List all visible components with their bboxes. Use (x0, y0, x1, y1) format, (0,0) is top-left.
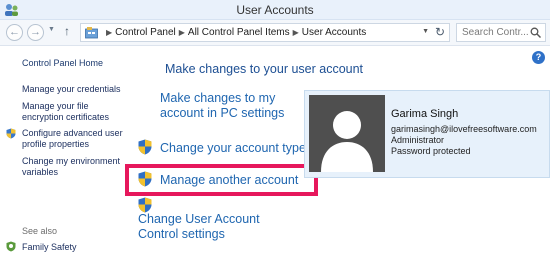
uac-shield-icon (138, 139, 152, 155)
search-placeholder: Search Contr... (462, 27, 529, 38)
family-safety-link[interactable]: Family Safety (22, 242, 77, 252)
control-panel-icon (85, 27, 98, 39)
uac-shield-icon (6, 128, 16, 139)
recent-locations-chevron-icon[interactable]: ▼ (48, 26, 55, 33)
manage-file-encryption-link[interactable]: Manage your file encryption certificates (22, 101, 132, 123)
help-icon[interactable]: ? (532, 51, 545, 64)
navigation-bar: ← → ▼ ↑ ▶ Control Panel ▶ All Control Panel… (0, 20, 550, 46)
account-role: Administrator (391, 135, 445, 145)
address-bar[interactable]: ▶ Control Panel ▶ All Control Panel Items ▶ U… (80, 23, 450, 42)
pc-settings-link[interactable]: Make changes to my account in PC setting… (160, 91, 300, 121)
search-input[interactable]: Search Contr... (456, 23, 546, 42)
configure-advanced-profile-link[interactable]: Configure advanced user profile properti… (22, 128, 132, 150)
see-also-label: See also (22, 226, 58, 236)
change-environment-variables-link[interactable]: Change my environment variables (22, 156, 132, 178)
breadcrumb-control-panel[interactable]: Control Panel (115, 27, 176, 38)
uac-settings-link[interactable]: Change User Account Control settings (138, 212, 303, 242)
refresh-icon[interactable]: ↻ (435, 25, 445, 39)
account-email: garimasingh@ilovefreesoftware.com (391, 124, 537, 134)
breadcrumb-separator-icon: ▶ (178, 28, 185, 37)
breadcrumb: ▶ Control Panel ▶ All Control Panel Items ▶ U… (103, 27, 366, 38)
title-bar: User Accounts (0, 0, 550, 20)
highlight-box (125, 164, 318, 196)
breadcrumb-separator-icon: ▶ (292, 28, 299, 37)
account-name: Garima Singh (391, 108, 459, 120)
search-icon[interactable] (530, 27, 541, 38)
change-account-type-link[interactable]: Change your account type (160, 141, 306, 156)
avatar (309, 95, 385, 172)
control-panel-home-link[interactable]: Control Panel Home (22, 58, 103, 68)
user-silhouette-icon (309, 95, 385, 172)
window-title: User Accounts (236, 3, 314, 17)
up-arrow-icon[interactable]: ↑ (64, 24, 70, 38)
address-dropdown-chevron-icon[interactable]: ▼ (422, 28, 429, 35)
page-title: Make changes to your user account (165, 62, 364, 76)
breadcrumb-all-items[interactable]: All Control Panel Items (188, 27, 290, 38)
manage-credentials-link[interactable]: Manage your credentials (22, 84, 132, 95)
back-button[interactable]: ← (6, 24, 23, 41)
breadcrumb-separator-icon: ▶ (106, 28, 113, 37)
family-safety-icon (6, 241, 16, 252)
forward-button[interactable]: → (27, 24, 44, 41)
left-nav-pane: Control Panel Home Manage your credentia… (0, 46, 128, 256)
uac-shield-icon (138, 197, 152, 213)
breadcrumb-user-accounts[interactable]: User Accounts (302, 27, 366, 38)
account-status: Password protected (391, 146, 471, 156)
